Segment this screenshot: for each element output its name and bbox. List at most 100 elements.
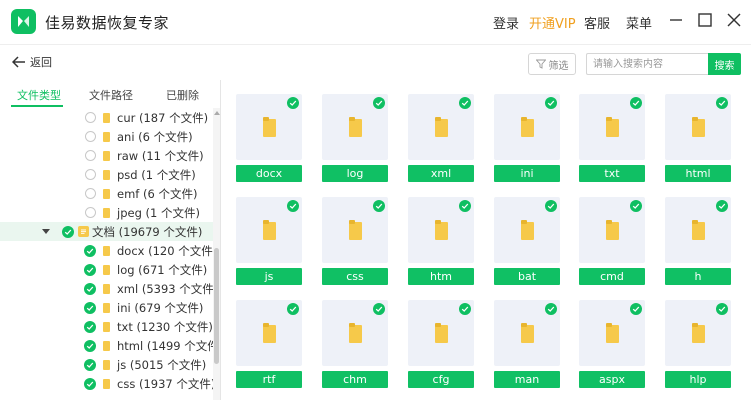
card-thumbnail[interactable] [322,197,388,263]
checked-icon[interactable] [459,97,471,109]
checkbox[interactable] [85,131,96,142]
tab-file-type[interactable]: 文件类型 [17,87,61,103]
card-thumbnail[interactable] [665,300,731,366]
search-button[interactable]: 搜索 [708,53,741,75]
search-input[interactable] [586,53,708,75]
filter-button[interactable]: 筛选 [528,53,576,75]
filter-icon [535,59,546,69]
checked-icon[interactable] [630,200,642,212]
checkbox[interactable] [85,207,96,218]
tree-item[interactable]: cur (187 个文件) [0,108,213,127]
checked-icon[interactable] [716,97,728,109]
card-thumbnail[interactable] [494,197,560,263]
tree-item[interactable]: raw (11 个文件) [0,146,213,165]
tree-group-label: 文档 (19679 个文件) [92,224,203,239]
tree-item[interactable]: ani (6 个文件) [0,127,213,146]
checked-icon[interactable] [545,200,557,212]
arrow-left-icon [12,56,25,68]
vip-link[interactable]: 开通VIP [529,13,576,32]
tree-item[interactable]: html (1499 个文件) [0,336,220,355]
check-icon [86,324,94,330]
checkbox-checked[interactable] [62,225,74,238]
tree-item[interactable]: emf (6 个文件) [0,184,213,203]
tab-deleted[interactable]: 已删除 [166,87,199,103]
tree-group-documents[interactable]: 文档 (19679 个文件) [0,222,213,241]
card-thumbnail[interactable] [408,300,474,366]
checked-icon[interactable] [716,303,728,315]
checked-icon[interactable] [373,200,385,212]
checkbox[interactable] [85,188,96,199]
card-thumbnail[interactable] [665,197,731,263]
checkbox-checked[interactable] [84,320,96,333]
minimize-icon [670,19,682,21]
chevron-down-icon[interactable] [42,229,50,234]
checked-icon[interactable] [630,303,642,315]
card-thumbnail[interactable] [665,94,731,160]
tab-file-path[interactable]: 文件路径 [89,87,133,103]
tree-item[interactable]: psd (1 个文件) [0,165,213,184]
checked-icon[interactable] [287,97,299,109]
close-button[interactable] [725,11,743,29]
checkbox-checked[interactable] [84,339,96,352]
checkbox[interactable] [85,112,96,123]
close-icon [727,13,741,27]
card-thumbnail[interactable] [579,197,645,263]
tree-item-label: ini (679 个文件) [117,300,204,315]
checkbox-checked[interactable] [84,358,96,371]
tree-item[interactable]: docx (120 个文件) [0,241,217,260]
checkbox-checked[interactable] [84,301,96,314]
checked-icon[interactable] [459,303,471,315]
card-thumbnail[interactable] [236,94,302,160]
checked-icon[interactable] [459,200,471,212]
checkbox[interactable] [85,150,96,161]
card-thumbnail[interactable] [494,300,560,366]
scrollbar-thumb[interactable] [214,248,219,364]
maximize-button[interactable] [696,11,714,29]
tree-item[interactable]: txt (1230 个文件) [0,317,213,336]
tree-item[interactable]: js (5015 个文件) [0,355,213,374]
folder-icon [103,264,110,275]
checkbox-checked[interactable] [84,282,96,295]
login-link[interactable]: 登录 [493,13,519,32]
folder-icon [692,220,705,240]
card-label: log [322,165,388,182]
checkbox-checked[interactable] [84,244,96,257]
checked-icon[interactable] [630,97,642,109]
card-thumbnail[interactable] [236,300,302,366]
checkbox-checked[interactable] [84,263,96,276]
tree-item[interactable]: xml (5393 个文件) [0,279,218,298]
card-thumbnail[interactable] [236,197,302,263]
tree-item[interactable]: ini (679 个文件) [0,298,213,317]
back-button[interactable]: 返回 [12,54,52,70]
card-label: xml [408,165,474,182]
card-thumbnail[interactable] [579,94,645,160]
card-label: css [322,268,388,285]
checked-icon[interactable] [545,97,557,109]
folder-icon [349,117,362,137]
checked-icon[interactable] [373,303,385,315]
card-label: cmd [579,268,645,285]
tree-item-label: jpeg (1 个文件) [117,205,200,220]
card-thumbnail[interactable] [322,300,388,366]
checkbox[interactable] [85,169,96,180]
minimize-button[interactable] [667,11,685,29]
card-thumbnail[interactable] [322,94,388,160]
service-link[interactable]: 客服 [584,13,610,32]
card-thumbnail[interactable] [494,94,560,160]
scroll-up-icon[interactable] [214,111,220,115]
menu-link[interactable]: 菜单 [626,13,652,32]
card-thumbnail[interactable] [408,94,474,160]
check-icon [86,267,94,273]
checked-icon[interactable] [373,97,385,109]
checked-icon[interactable] [716,200,728,212]
checked-icon[interactable] [545,303,557,315]
tree-item[interactable]: log (671 个文件) [0,260,213,279]
checked-icon[interactable] [287,303,299,315]
card-thumbnail[interactable] [579,300,645,366]
tree-item[interactable]: css (1937 个文件) [0,374,215,393]
tree-item[interactable]: jpeg (1 个文件) [0,203,213,222]
card-thumbnail[interactable] [408,197,474,263]
checkbox-checked[interactable] [84,377,96,390]
checked-icon[interactable] [287,200,299,212]
folder-icon [692,323,705,343]
